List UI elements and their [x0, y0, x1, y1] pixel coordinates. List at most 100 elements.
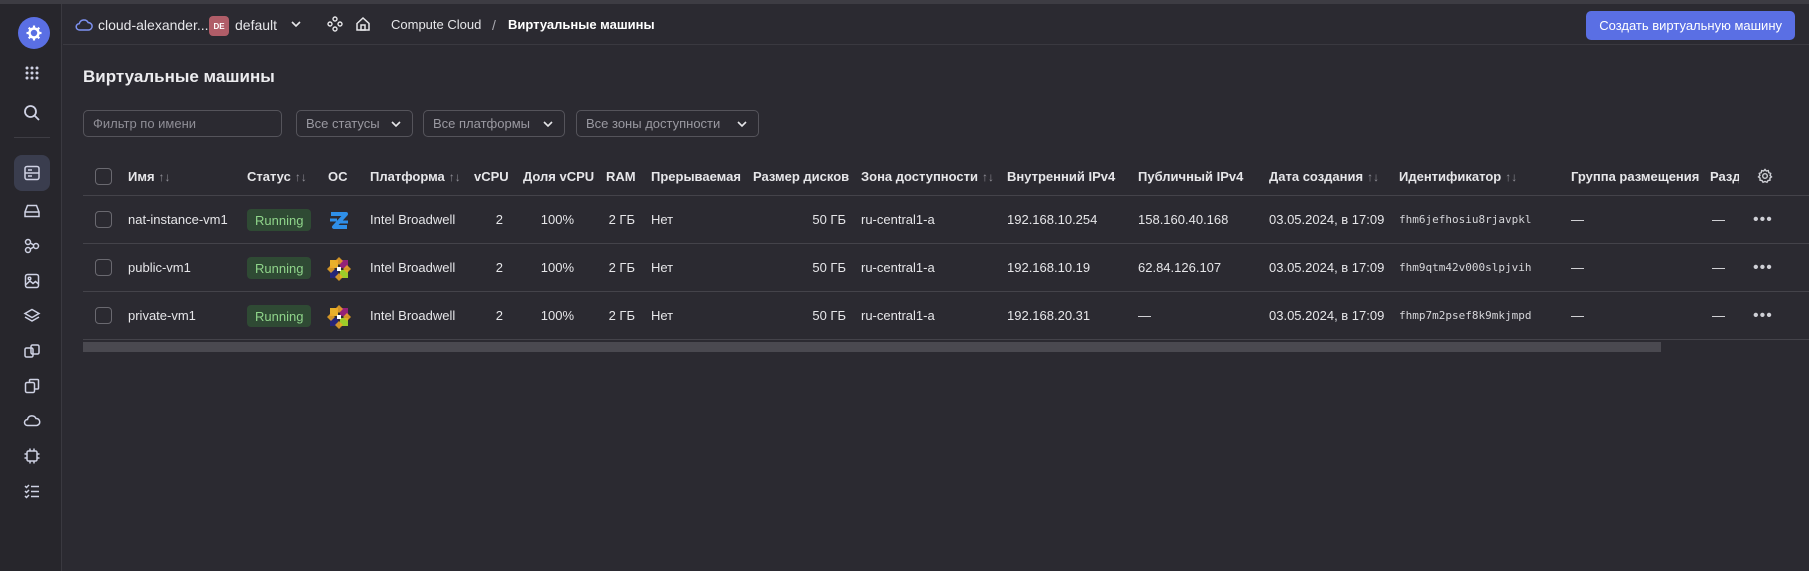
home-icon[interactable] — [355, 16, 371, 35]
vm-id-cell: fhm6jefhosiu8rjavpkl — [1399, 213, 1532, 226]
table-header-row: Имя ↑↓ Статус ↑↓ ОС Платформа ↑↓ vCPU Доля … — [83, 158, 1809, 196]
grid-icon — [25, 66, 39, 80]
public-ip-cell: 62.84.126.107 — [1138, 260, 1222, 275]
sort-icon: ↑↓ — [294, 170, 307, 184]
vm-name-link[interactable]: nat-instance-vm1 — [128, 212, 228, 227]
preemptible-cell: Нет — [651, 260, 674, 275]
ubuntu-icon — [326, 208, 352, 234]
platform-cell: Intel Broadwell — [370, 212, 456, 227]
services-icon[interactable] — [327, 16, 343, 35]
vcpu-share-cell: 100% — [540, 260, 574, 275]
column-header-id[interactable]: Идентификатор ↑↓ — [1399, 169, 1517, 184]
column-header-name[interactable]: Имя ↑↓ — [128, 169, 171, 184]
row-checkbox[interactable] — [95, 211, 112, 228]
zone-cell: ru-central1-a — [861, 260, 935, 275]
table-settings-gear-icon[interactable] — [1757, 168, 1773, 187]
rail-operations[interactable] — [14, 473, 50, 509]
table-row[interactable]: nat-instance-vm1 Running Intel Broadwell… — [83, 196, 1809, 244]
disk-size-cell: 50 ГБ — [812, 308, 846, 323]
column-header-public-ip: Публичный IPv4 — [1138, 169, 1244, 184]
vm-name-link[interactable]: public-vm1 — [128, 260, 191, 275]
table-row[interactable]: private-vm1 Running Intel Broadwell 2 10… — [83, 292, 1809, 340]
created-cell: 03.05.2024, в 17:09 — [1269, 260, 1385, 275]
rail-backups[interactable] — [14, 403, 50, 439]
table-row[interactable]: public-vm1 Running Intel Broadwell 2 100… — [83, 244, 1809, 292]
row-actions-more-icon[interactable]: ••• — [1753, 307, 1773, 325]
select-all-checkbox[interactable] — [95, 168, 112, 185]
platform-cell: Intel Broadwell — [370, 308, 456, 323]
zone-filter-value: Все зоны доступности — [586, 116, 721, 131]
sort-icon: ↑↓ — [448, 170, 461, 184]
folder-selector[interactable]: default — [235, 17, 277, 33]
platform-filter-select[interactable]: Все платформы — [423, 110, 565, 137]
status-badge: Running — [247, 257, 312, 279]
rail-groups[interactable] — [14, 228, 50, 264]
search-icon — [24, 105, 40, 121]
rail-snapshots[interactable] — [14, 298, 50, 334]
chevron-down-icon[interactable] — [289, 17, 303, 34]
disk-size-cell: 50 ГБ — [812, 212, 846, 227]
rail-divider — [14, 137, 50, 138]
column-header-preemptible: Прерываемая — [651, 169, 741, 184]
horizontal-scrollbar[interactable] — [83, 342, 1661, 352]
cloud-logo-button[interactable] — [18, 17, 50, 49]
search-button[interactable] — [14, 95, 50, 131]
vm-name-link[interactable]: private-vm1 — [128, 308, 196, 323]
column-header-label: Дата создания — [1269, 169, 1364, 184]
layers-icon — [23, 308, 41, 322]
rail-images[interactable] — [14, 263, 50, 299]
rail-copies[interactable] — [14, 368, 50, 404]
placement-group-cell: — — [1571, 260, 1584, 275]
chevron-down-icon — [737, 120, 747, 127]
create-vm-button[interactable]: Создать виртуальную машину — [1586, 11, 1795, 40]
left-rail — [0, 4, 62, 571]
column-header-vcpu: vCPU — [474, 169, 509, 184]
zone-cell: ru-central1-a — [861, 308, 935, 323]
status-filter-select[interactable]: Все статусы — [296, 110, 413, 137]
zone-filter-select[interactable]: Все зоны доступности — [576, 110, 759, 137]
row-checkbox[interactable] — [95, 307, 112, 324]
public-ip-cell: 158.160.40.168 — [1138, 212, 1229, 227]
breadcrumb-separator: / — [492, 17, 496, 33]
cloud-selector[interactable]: cloud-alexander... — [98, 17, 209, 33]
partition-cell: — — [1712, 212, 1725, 227]
column-header-platform[interactable]: Платформа ↑↓ — [370, 169, 461, 184]
vcpu-cell: 2 — [495, 260, 503, 275]
centos-icon — [326, 304, 352, 330]
platform-filter-value: Все платформы — [433, 116, 530, 131]
status-badge: Running — [247, 305, 312, 327]
vcpu-share-cell: 100% — [540, 212, 574, 227]
column-header-created[interactable]: Дата создания ↑↓ — [1269, 169, 1379, 184]
created-cell: 03.05.2024, в 17:09 — [1269, 308, 1385, 323]
preemptible-cell: Нет — [651, 308, 674, 323]
rail-virtual-machines[interactable] — [14, 155, 50, 191]
rail-placement[interactable] — [14, 333, 50, 369]
row-actions-more-icon[interactable]: ••• — [1753, 211, 1773, 229]
folder-badge: DE — [209, 16, 229, 36]
created-cell: 03.05.2024, в 17:09 — [1269, 212, 1385, 227]
chevron-down-icon — [391, 120, 401, 127]
breadcrumb-current: Виртуальные машины — [508, 17, 655, 32]
column-header-label: Идентификатор — [1399, 169, 1502, 184]
breadcrumb-compute-cloud[interactable]: Compute Cloud — [391, 17, 481, 32]
row-actions-more-icon[interactable]: ••• — [1753, 259, 1773, 277]
row-checkbox[interactable] — [95, 259, 112, 276]
apps-grid-button[interactable] — [14, 55, 50, 91]
vm-id-cell: fhm9qtm42v000slpjvih — [1399, 261, 1532, 274]
column-header-partition: Разде — [1710, 169, 1739, 184]
internal-ip-cell: 192.168.10.254 — [1007, 212, 1098, 227]
nodes-icon — [24, 238, 40, 254]
column-header-zone[interactable]: Зона доступности ↑↓ — [861, 169, 994, 184]
ram-cell: 2 ГБ — [608, 212, 635, 227]
status-filter-value: Все статусы — [306, 116, 380, 131]
rail-disks[interactable] — [14, 193, 50, 229]
sort-icon: ↑↓ — [158, 170, 171, 184]
name-filter-input[interactable] — [83, 110, 282, 137]
centos-icon — [326, 256, 352, 282]
column-header-placement-group: Группа размещения — [1571, 169, 1700, 184]
rail-hardware[interactable] — [14, 438, 50, 474]
preemptible-cell: Нет — [651, 212, 674, 227]
server-icon — [24, 165, 40, 181]
column-header-status[interactable]: Статус ↑↓ — [247, 169, 307, 184]
ram-cell: 2 ГБ — [608, 308, 635, 323]
